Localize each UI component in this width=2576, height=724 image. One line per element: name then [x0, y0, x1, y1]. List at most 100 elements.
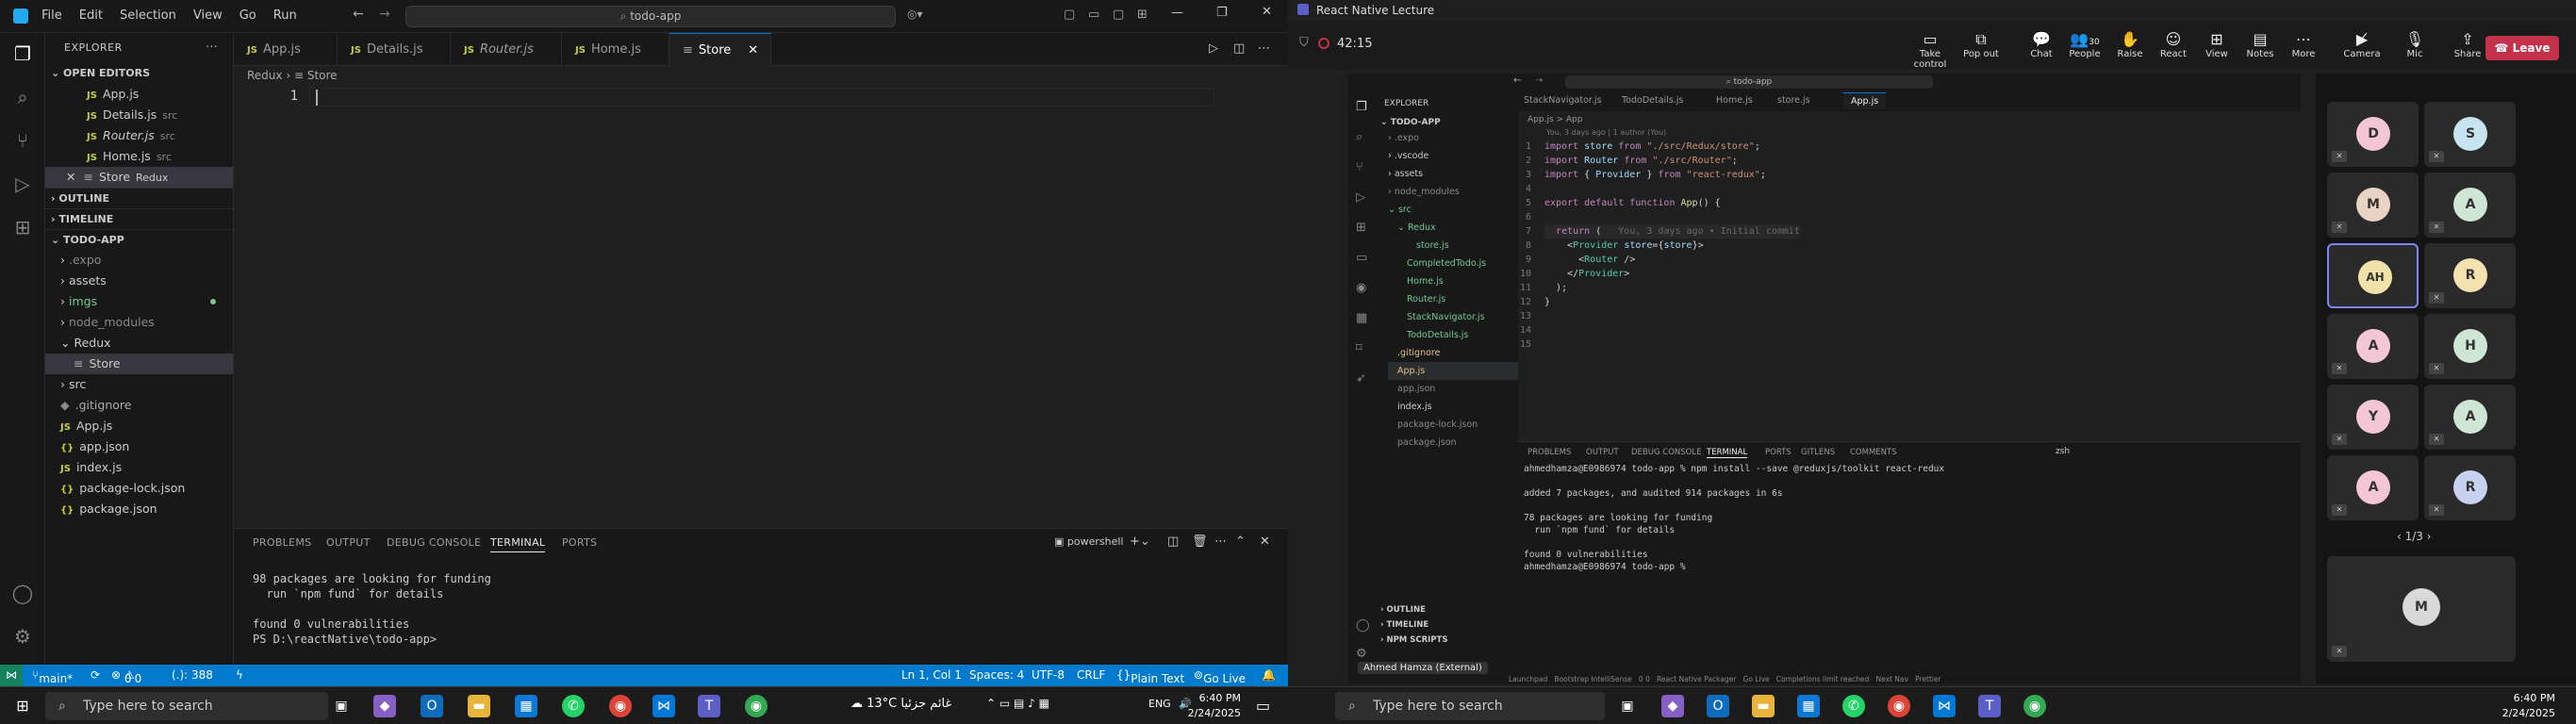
taskbar-search[interactable]: ⌕ Type here to search: [45, 692, 328, 720]
whatsapp-icon[interactable]: ✆: [562, 695, 585, 717]
teams-icon[interactable]: T: [1978, 695, 2001, 717]
tree-file[interactable]: ◆ .gitignore: [45, 395, 233, 416]
tree-folder[interactable]: › assets: [45, 271, 233, 291]
chrome-profile-icon[interactable]: ◉: [745, 695, 768, 717]
tree-file[interactable]: JS App.js: [45, 416, 233, 436]
chevron-left-icon[interactable]: ‹: [2397, 530, 2405, 543]
task-view-icon[interactable]: ▣: [1616, 695, 1639, 717]
indentation[interactable]: Spaces: 4: [969, 668, 1024, 682]
terminal-shell-selector[interactable]: ▣ powershell: [1054, 535, 1124, 548]
go-live[interactable]: ⊚ Go Live: [1194, 668, 1246, 685]
vscode-icon[interactable]: ⋈: [1933, 695, 1956, 717]
close-icon[interactable]: ✕: [66, 170, 75, 184]
tab-debug-console[interactable]: DEBUG CONSOLE: [387, 536, 481, 549]
layout-sidebar-icon[interactable]: ▢: [1064, 8, 1075, 22]
project-section[interactable]: ⌄ TODO-APP: [45, 229, 233, 250]
whatsapp-icon[interactable]: ✆: [1842, 695, 1865, 717]
minimize-icon[interactable]: —: [1171, 6, 1183, 20]
new-terminal-icon[interactable]: +⌄: [1130, 535, 1150, 549]
timeline-section[interactable]: › TIMELINE: [45, 208, 233, 229]
open-editors-section[interactable]: ⌄ OPEN EDITORS: [45, 63, 233, 84]
more-button[interactable]: ⋯ More: [2276, 30, 2331, 59]
problems-status[interactable]: ⊗ 0 ⚠ 0: [111, 668, 141, 685]
participant-tile[interactable]: M ✕: [2327, 173, 2419, 238]
tab-ports[interactable]: PORTS: [562, 536, 597, 549]
participant-tile-active-speaker[interactable]: AH: [2327, 243, 2419, 308]
tree-file[interactable]: {} package-lock.json: [45, 478, 233, 499]
branch-status[interactable]: ⑂ main*: [32, 668, 73, 685]
file-explorer-icon[interactable]: ▬: [1752, 695, 1775, 717]
encoding[interactable]: UTF-8: [1032, 668, 1065, 682]
more-actions-icon[interactable]: ⋯: [206, 39, 218, 53]
tree-file[interactable]: {} app.json: [45, 436, 233, 457]
tree-folder[interactable]: › src: [45, 374, 233, 395]
shared-command-center[interactable]: ⌕ todo-app: [1565, 75, 1933, 89]
taskbar-search-2[interactable]: ⌕ Type here to search: [1335, 692, 1605, 720]
participant-tile[interactable]: D ✕: [2327, 102, 2419, 167]
settings-gear-icon[interactable]: ⚙: [9, 623, 36, 650]
cursor-position[interactable]: Ln 1, Col 1: [901, 668, 962, 682]
clock-2[interactable]: 6:40 PM 2/24/2025: [2489, 691, 2555, 721]
more-actions-icon[interactable]: ⋯: [1258, 41, 1270, 56]
language-indicator[interactable]: ENG: [1148, 698, 1171, 710]
participant-tile[interactable]: A ✕: [2424, 385, 2516, 450]
participant-tile[interactable]: H ✕: [2424, 314, 2516, 379]
command-center[interactable]: ⌕ todo-app: [405, 6, 896, 27]
open-editor-item[interactable]: JS Details.js src: [45, 105, 233, 125]
restore-icon[interactable]: ❐: [1216, 6, 1228, 20]
chrome-profile-icon[interactable]: ◉: [2023, 695, 2046, 717]
run-debug-icon[interactable]: ▷: [9, 171, 36, 197]
close-panel-icon[interactable]: ✕: [1260, 535, 1270, 549]
terminal-output[interactable]: 98 packages are looking for funding run …: [253, 571, 491, 647]
vscode-icon[interactable]: ⋈: [652, 695, 675, 717]
open-editor-item[interactable]: JS Router.js src: [45, 125, 233, 146]
run-icon[interactable]: ▷: [1209, 41, 1218, 56]
participant-tile[interactable]: R ✕: [2424, 243, 2516, 308]
outline-section[interactable]: › OUTLINE: [45, 188, 233, 208]
tab-problems[interactable]: PROBLEMS: [253, 536, 311, 549]
tab-output[interactable]: OUTPUT: [326, 536, 371, 549]
menu-go[interactable]: Go: [239, 8, 256, 23]
camera-button[interactable]: ▶̸ Camera: [2335, 30, 2389, 59]
participant-tile-large[interactable]: M ✕: [2327, 556, 2516, 662]
tree-file[interactable]: {} package.json: [45, 499, 233, 519]
tree-file[interactable]: JS index.js: [45, 457, 233, 478]
visual-studio-icon[interactable]: ◆: [1661, 695, 1684, 717]
take-control-button[interactable]: ▭ Take control: [1903, 30, 1957, 70]
close-window-icon[interactable]: ✕: [1262, 5, 1272, 19]
tab-details-js[interactable]: JS Details.js: [338, 33, 451, 66]
store-icon[interactable]: ▦: [1797, 695, 1820, 717]
current-line[interactable]: [309, 88, 1214, 107]
clock[interactable]: 6:40 PM 2/24/2025: [1175, 691, 1241, 721]
search-icon[interactable]: ⌕: [9, 84, 36, 110]
tree-folder[interactable]: › .expo: [45, 250, 233, 271]
teams-icon[interactable]: T: [698, 695, 720, 717]
tab-router-js[interactable]: JS Router.js: [451, 33, 562, 66]
layout-panel-icon[interactable]: ▭: [1088, 8, 1099, 22]
maximize-panel-icon[interactable]: ⌃: [1235, 535, 1246, 549]
split-terminal-icon[interactable]: ◫: [1167, 535, 1179, 549]
mic-button[interactable]: 🎙 Mic: [2387, 30, 2442, 59]
notification-icon[interactable]: ▭: [1256, 697, 1270, 715]
menu-view[interactable]: View: [193, 8, 223, 23]
tree-folder[interactable]: › imgs: [45, 291, 233, 312]
menu-edit[interactable]: Edit: [79, 8, 103, 23]
open-editor-item-active[interactable]: ✕ ≡ Store Redux: [45, 167, 233, 188]
weather-widget[interactable]: ☁ 13°C غائم جزئيا: [850, 697, 951, 711]
forward-arrow-icon[interactable]: →: [379, 7, 390, 22]
trash-icon[interactable]: 🗑: [1192, 535, 1208, 549]
tree-file-selected[interactable]: ≡ Store: [45, 354, 233, 374]
eol[interactable]: CRLF: [1077, 668, 1105, 682]
chevron-right-icon[interactable]: ›: [2423, 530, 2432, 543]
participant-tile[interactable]: Y ✕: [2327, 385, 2419, 450]
language-mode[interactable]: {} Plain Text: [1116, 668, 1184, 685]
store-icon[interactable]: ▦: [515, 695, 537, 717]
tab-app-js[interactable]: JS App.js: [234, 33, 338, 66]
account-icon[interactable]: ◯: [9, 580, 36, 606]
tree-folder[interactable]: ⌄ Redux: [45, 333, 233, 354]
participant-tile[interactable]: A ✕: [2327, 314, 2419, 379]
outlook-icon[interactable]: O: [421, 695, 443, 717]
leave-button[interactable]: ☎ Leave: [2485, 36, 2559, 60]
copilot-icon[interactable]: ◎▾: [907, 8, 923, 21]
pop-out-button[interactable]: ⧉ Pop out: [1954, 30, 2008, 59]
